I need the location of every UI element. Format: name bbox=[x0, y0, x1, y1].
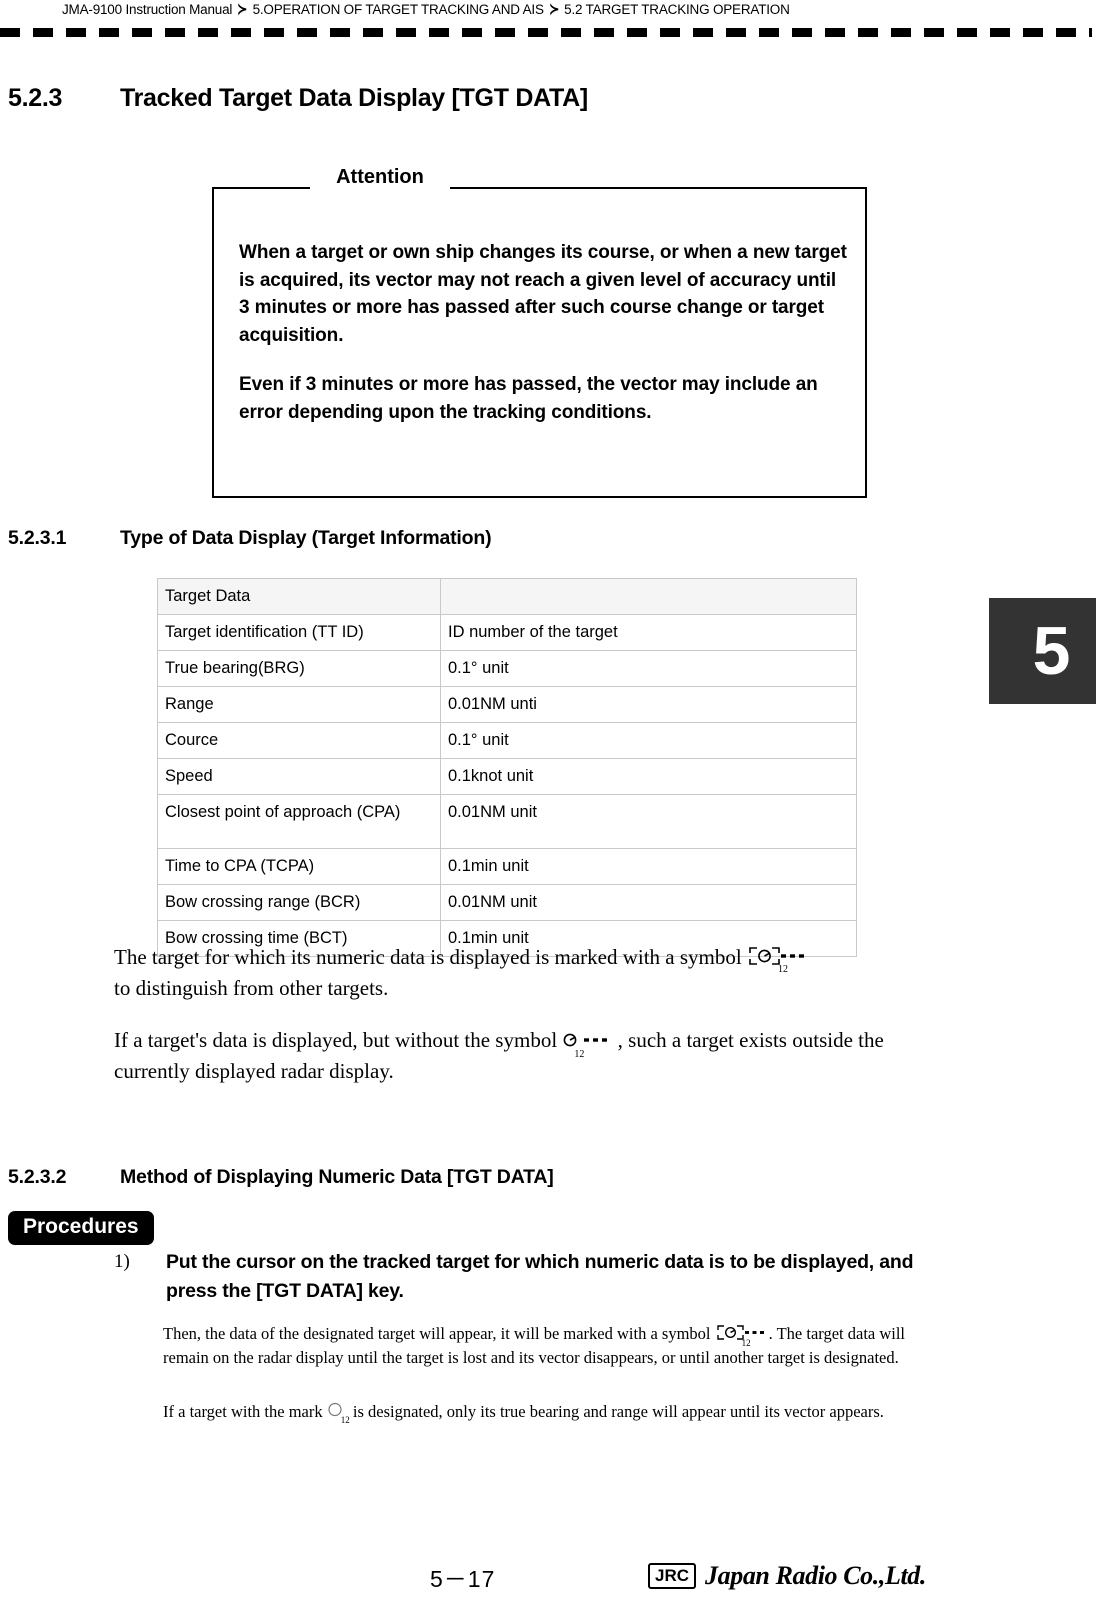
paragraph-text: to distinguish from other targets. bbox=[114, 976, 389, 1000]
subsection-number: 5.2.3.2 bbox=[8, 1166, 67, 1188]
breadcrumb-separator-icon: ≻ bbox=[237, 1, 248, 18]
subsection-title: Method of Displaying Numeric Data [TGT D… bbox=[120, 1166, 554, 1188]
attention-paragraph: Even if 3 minutes or more has passed, th… bbox=[239, 374, 818, 423]
paragraph-tracked-symbol: The target for which its numeric data is… bbox=[114, 942, 944, 1004]
table-cell-value: 0.01NM unit bbox=[440, 884, 857, 921]
procedure-note-2: If a target with the mark 12 is designat… bbox=[163, 1400, 953, 1425]
table-cell-value bbox=[440, 578, 857, 615]
breadcrumb-item-manual: JMA-9100 Instruction Manual bbox=[62, 2, 233, 17]
symbol-subscript: 12 bbox=[741, 1338, 751, 1348]
attention-border-right bbox=[865, 187, 867, 498]
symbol-subscript: 12 bbox=[340, 1415, 350, 1425]
paragraph-outside-display: If a target's data is displayed, but wit… bbox=[114, 1025, 944, 1087]
procedure-note-1: Then, the data of the designated target … bbox=[163, 1322, 953, 1370]
note-text: Then, the data of the designated target … bbox=[163, 1324, 715, 1343]
section-number: 5.2.3 bbox=[8, 84, 63, 112]
page-title: 5.2.3 Tracked Target Data Display [TGT DA… bbox=[8, 84, 588, 113]
table-cell-value: 0.1° unit bbox=[440, 650, 857, 687]
subsection-number: 5.2.3.1 bbox=[8, 527, 67, 549]
table-cell-label: Closest point of approach (CPA) bbox=[157, 794, 441, 849]
table-cell-label: Target identification (TT ID) bbox=[157, 614, 441, 651]
acquired-target-circle-symbol-icon: 12 bbox=[327, 1402, 350, 1425]
tracked-target-bracket-symbol-icon: 12 bbox=[747, 945, 809, 975]
table-row: Closest point of approach (CPA) 0.01NM u… bbox=[157, 794, 857, 849]
attention-border-top-right bbox=[450, 187, 867, 189]
paragraph-text: If a target's data is displayed, but wit… bbox=[114, 1028, 563, 1052]
symbol-subscript: 12 bbox=[777, 964, 788, 975]
tracked-target-symbol-icon: 12 bbox=[562, 1030, 612, 1060]
note-text: If a target with the mark bbox=[163, 1402, 327, 1421]
attention-border-left bbox=[212, 187, 214, 498]
table-cell-value: 0.1° unit bbox=[440, 722, 857, 759]
attention-body: When a target or own ship changes its co… bbox=[239, 239, 849, 426]
company-name: Japan Radio Co.,Ltd. bbox=[705, 1561, 926, 1590]
symbol-subscript: 12 bbox=[574, 1049, 585, 1060]
table-cell-label: Target Data bbox=[157, 578, 441, 615]
procedure-step: 1) Put the cursor on the tracked target … bbox=[114, 1248, 944, 1306]
section-title: Tracked Target Data Display [TGT DATA] bbox=[120, 84, 588, 112]
table-row: Bow crossing range (BCR) 0.01NM unit bbox=[157, 884, 857, 921]
table-cell-value: 0.1knot unit bbox=[440, 758, 857, 795]
table-cell-label: Speed bbox=[157, 758, 441, 795]
table-row: Target Data bbox=[157, 578, 857, 615]
table-row: Cource 0.1° unit bbox=[157, 722, 857, 759]
table-cell-label: True bearing(BRG) bbox=[157, 650, 441, 687]
attention-title: Attention bbox=[310, 166, 450, 188]
table-cell-label: Time to CPA (TCPA) bbox=[157, 848, 441, 885]
table-row: Target identification (TT ID) ID number … bbox=[157, 614, 857, 651]
table-cell-label: Cource bbox=[157, 722, 441, 759]
table-row: Speed 0.1knot unit bbox=[157, 758, 857, 795]
table-cell-label: Range bbox=[157, 686, 441, 723]
footer-logo: JRC Japan Radio Co.,Ltd. bbox=[648, 1562, 926, 1590]
paragraph-text: The target for which its numeric data is… bbox=[114, 945, 747, 969]
subsection-heading-2: 5.2.3.2 Method of Displaying Numeric Data… bbox=[8, 1166, 554, 1189]
attention-border-bottom bbox=[212, 496, 867, 498]
breadcrumb-item-chapter: 5.OPERATION OF TARGET TRACKING AND AIS bbox=[252, 2, 544, 17]
page-number: 5－17 bbox=[430, 1566, 496, 1592]
table-cell-value: 0.01NM unit bbox=[440, 794, 857, 849]
table-row: Range 0.01NM unti bbox=[157, 686, 857, 723]
attention-box: Attention When a target or own ship chan… bbox=[212, 166, 867, 498]
step-text: Put the cursor on the tracked target for… bbox=[166, 1251, 914, 1302]
subsection-title: Type of Data Display (Target Information… bbox=[120, 527, 492, 549]
tracked-target-bracket-symbol-icon: 12 bbox=[715, 1323, 769, 1348]
chapter-tab: 5 bbox=[989, 598, 1096, 704]
table-row: True bearing(BRG) 0.1° unit bbox=[157, 650, 857, 687]
note-text: is designated, only its true bearing and… bbox=[348, 1402, 884, 1421]
header-dashed-rule bbox=[0, 28, 1092, 37]
table-cell-value: 0.1min unit bbox=[440, 848, 857, 885]
jrc-logo-mark: JRC bbox=[648, 1563, 697, 1589]
breadcrumb-separator-icon: ≻ bbox=[549, 1, 559, 18]
breadcrumb-item-section: 5.2 TARGET TRACKING OPERATION bbox=[564, 2, 790, 17]
procedures-badge: Procedures bbox=[8, 1211, 154, 1245]
subsection-heading-1: 5.2.3.1 Type of Data Display (Target Info… bbox=[8, 527, 492, 550]
attention-paragraph: When a target or own ship changes its co… bbox=[239, 242, 847, 346]
target-data-table: Target Data Target identification (TT ID… bbox=[157, 578, 857, 957]
table-cell-value: ID number of the target bbox=[440, 614, 857, 651]
table-cell-value: 0.01NM unti bbox=[440, 686, 857, 723]
table-cell-label: Bow crossing range (BCR) bbox=[157, 884, 441, 921]
attention-border-top-left bbox=[212, 187, 310, 189]
step-number: 1) bbox=[114, 1251, 130, 1272]
breadcrumb: JMA-9100 Instruction Manual ≻ 5.OPERATION … bbox=[62, 0, 790, 20]
table-row: Time to CPA (TCPA) 0.1min unit bbox=[157, 848, 857, 885]
